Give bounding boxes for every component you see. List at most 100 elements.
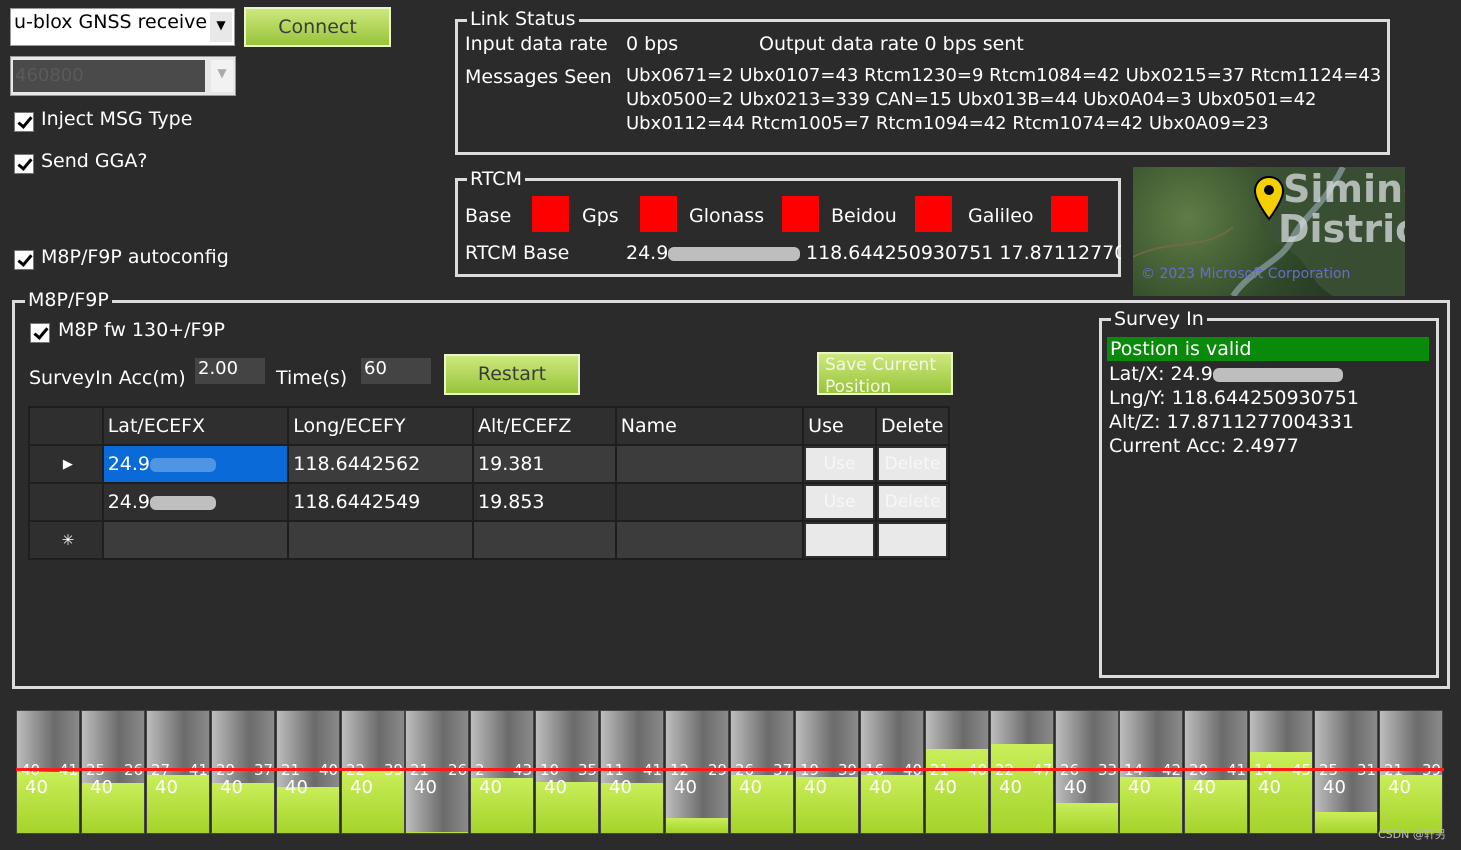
table-row[interactable]: 24.9 118.6442549 19.853 Use Delete: [28, 482, 951, 522]
cell-name[interactable]: [614, 482, 805, 522]
new-row-icon[interactable]: ✳: [28, 520, 104, 560]
delete-cell: [874, 520, 951, 560]
survey-alt: Alt/Z: 17.8711277004331: [1109, 411, 1354, 433]
beidou-label: Beidou: [831, 205, 897, 227]
galileo-status-indicator: [1051, 196, 1088, 232]
signal-bar-value: 40: [1128, 777, 1151, 798]
cell-lat-value: 24.9: [107, 491, 151, 513]
current-row-icon[interactable]: ▶: [28, 444, 104, 484]
reference-line: [16, 768, 1444, 771]
signal-bar-value: 40: [739, 777, 762, 798]
survey-acc: Current Acc: 2.4977: [1109, 435, 1299, 457]
map-view[interactable]: Siming District © 2023 Microsoft Corpora…: [1133, 167, 1405, 296]
redacted-block: [1212, 367, 1343, 382]
signal-bar-value: 40: [869, 777, 892, 798]
messages-line-3: Ubx0112=44 Rtcm1005=7 Rtcm1094=42 Rtcm10…: [626, 113, 1269, 134]
watermark: CSDN @轩另: [1378, 828, 1446, 841]
use-button[interactable]: Use: [806, 448, 873, 480]
signal-bar-value: 40: [674, 777, 697, 798]
signal-bar-value: 40: [1388, 777, 1411, 798]
col-header-alt[interactable]: Alt/ECEFZ: [472, 406, 617, 446]
rtcm-title: RTCM: [467, 168, 525, 190]
delete-button[interactable]: [878, 524, 946, 556]
connect-button[interactable]: Connect: [244, 7, 391, 47]
signal-bar-value: 40: [155, 777, 178, 798]
delete-cell: Delete: [874, 444, 951, 484]
row-header[interactable]: [28, 482, 104, 522]
col-header-use[interactable]: Use: [802, 406, 877, 446]
delete-button[interactable]: Delete: [878, 486, 946, 518]
cell-long[interactable]: 118.6442562: [287, 444, 475, 484]
rtcm-base-label: RTCM Base: [465, 242, 570, 264]
signal-bar-fill: [406, 832, 468, 833]
link-status-title: Link Status: [467, 8, 579, 30]
cell-lat[interactable]: 24.9: [101, 482, 290, 522]
use-button[interactable]: Use: [806, 486, 873, 518]
signal-bar-fill: [1056, 803, 1118, 833]
glonass-status-indicator: [782, 196, 819, 232]
m8p-title: M8P/F9P: [25, 289, 112, 311]
table-header-row: Lat/ECEFX Long/ECEFY Alt/ECEFZ Name Use …: [28, 406, 951, 446]
map-label-2: District: [1278, 207, 1405, 251]
signal-bar-value: 40: [285, 777, 308, 798]
cell-alt[interactable]: 19.853: [472, 482, 617, 522]
inject-msg-checkbox[interactable]: [14, 112, 34, 132]
map-pin-icon: [1253, 175, 1285, 221]
gps-status-indicator: [640, 196, 677, 232]
signal-bar: 122940: [665, 710, 729, 834]
signal-bar: 274140: [146, 710, 210, 834]
base-status-indicator: [532, 196, 569, 232]
survey-lng: Lng/Y: 118.644250930751: [1109, 387, 1359, 409]
time-input[interactable]: 60: [361, 358, 431, 384]
rtcm-base-rest: 118.644250930751 17.8711277004: [806, 242, 1121, 264]
chevron-down-icon[interactable]: ▼: [210, 12, 232, 42]
col-header-long[interactable]: Long/ECEFY: [287, 406, 475, 446]
output-rate-text: Output data rate 0 bps sent: [759, 33, 1024, 55]
fw-checkbox[interactable]: [30, 323, 50, 343]
cell-long[interactable]: [287, 520, 475, 560]
use-button[interactable]: [806, 524, 873, 556]
gps-label: Gps: [582, 205, 619, 227]
signal-bar: 253140: [1314, 710, 1378, 834]
survey-in-title: Survey In: [1111, 308, 1207, 330]
device-combo-value: u-blox GNSS receive: [14, 11, 208, 33]
signal-bar-value: 40: [350, 777, 373, 798]
table-new-row[interactable]: ✳: [28, 520, 951, 560]
use-cell: Use: [802, 444, 877, 484]
col-header-lat[interactable]: Lat/ECEFX: [101, 406, 290, 446]
restart-button[interactable]: Restart: [444, 354, 580, 395]
redacted-block: [668, 246, 801, 261]
chevron-down-icon[interactable]: ▼: [211, 60, 233, 92]
surveyin-acc-label: SurveyIn Acc(m): [29, 367, 186, 389]
col-header-name[interactable]: Name: [614, 406, 805, 446]
cell-alt[interactable]: [472, 520, 617, 560]
signal-bar-value: 40: [934, 777, 957, 798]
cell-lat[interactable]: [101, 520, 290, 560]
signal-bar-value: 40: [220, 777, 243, 798]
signal-bar-value: 40: [804, 777, 827, 798]
cell-name[interactable]: [614, 520, 805, 560]
fw-label: M8P fw 130+/F9P: [58, 319, 225, 341]
autoconfig-checkbox[interactable]: [14, 250, 34, 270]
cell-long[interactable]: 118.6442549: [287, 482, 475, 522]
signal-bar-value: 40: [1323, 777, 1346, 798]
inject-msg-label: Inject MSG Type: [41, 108, 193, 130]
device-combo[interactable]: u-blox GNSS receive ▼: [10, 8, 235, 46]
signal-bar-value: 40: [479, 777, 502, 798]
baud-combo-value: 460800: [13, 60, 205, 92]
send-gga-checkbox[interactable]: [14, 154, 34, 174]
save-position-button[interactable]: Save Current Position: [817, 352, 953, 395]
signal-bar: 204140: [1184, 710, 1248, 834]
surveyin-acc-input[interactable]: 2.00: [195, 358, 265, 384]
col-header-delete[interactable]: Delete: [874, 406, 951, 446]
cell-alt[interactable]: 19.381: [472, 444, 617, 484]
signal-bar: 213940: [1379, 710, 1443, 834]
send-gga-label: Send GGA?: [41, 150, 148, 172]
delete-button[interactable]: Delete: [878, 448, 946, 480]
redacted-block: [150, 495, 217, 510]
cell-lat[interactable]: 24.9: [101, 444, 290, 484]
baud-combo[interactable]: 460800 ▼: [10, 56, 236, 96]
table-row[interactable]: ▶ 24.9 118.6442562 19.381 Use Delete: [28, 444, 951, 484]
messages-line-1: Ubx0671=2 Ubx0107=43 Rtcm1230=9 Rtcm1084…: [626, 65, 1382, 86]
cell-name[interactable]: [614, 444, 805, 484]
